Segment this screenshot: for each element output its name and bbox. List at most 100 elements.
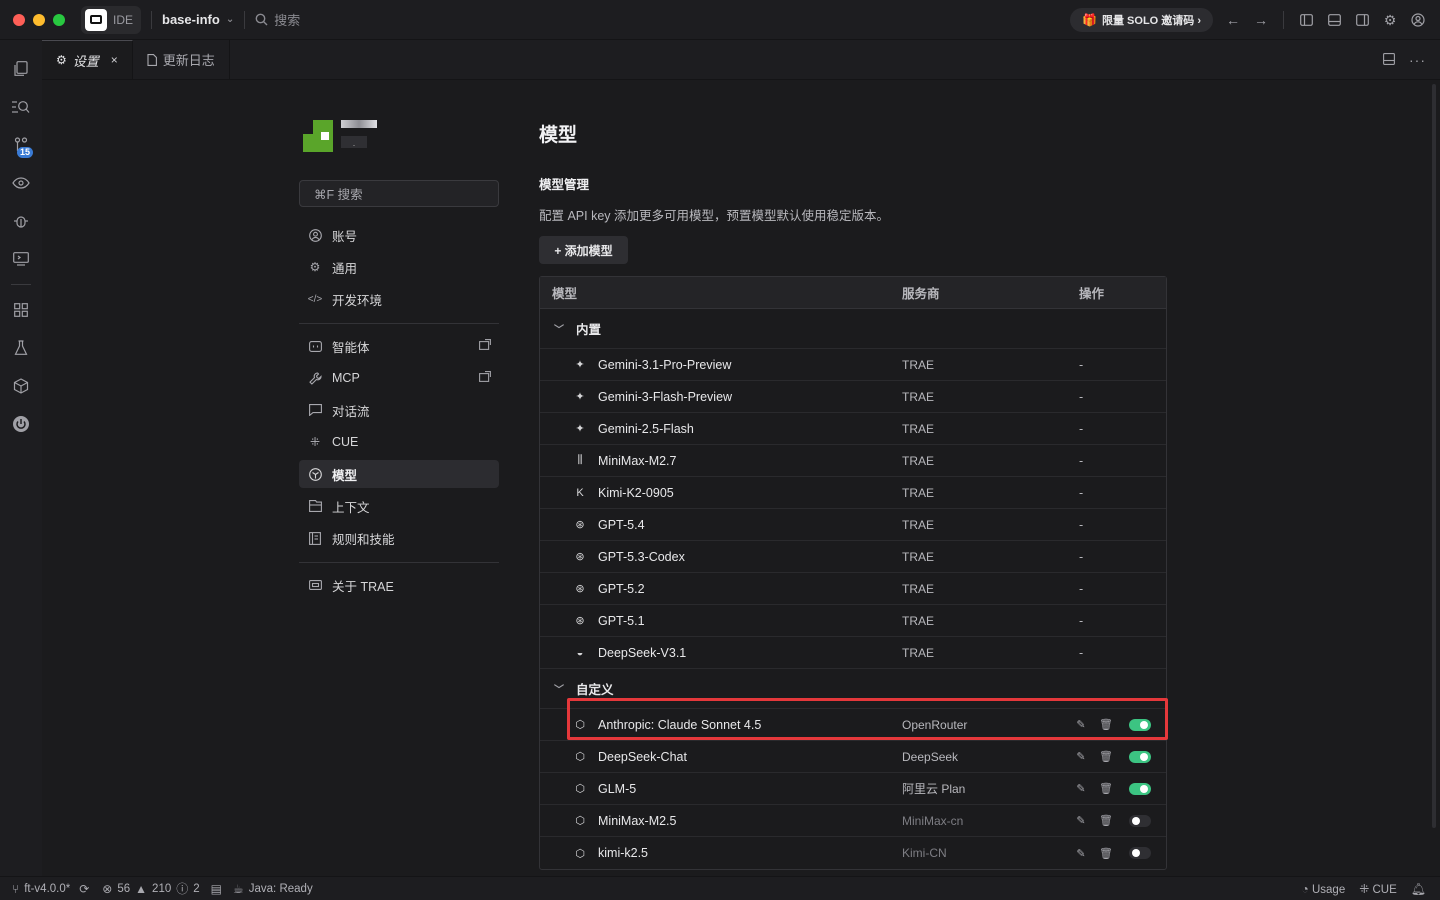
settings-nav-list: 账号 ⚙ 通用 </> 开发环境 智能体 MCP 对话流 ⁜ CUE 模型 上下… <box>299 221 499 599</box>
java-status[interactable]: Java: Ready <box>249 883 313 895</box>
table-row: ⊛ GPT-5.3-Codex TRAE - <box>540 541 1166 573</box>
sidebar-item-rules-skills[interactable]: 规则和技能 <box>299 524 499 552</box>
divider <box>244 10 246 29</box>
trash-icon[interactable]: 🗑︎ <box>1099 847 1113 860</box>
forward-arrow-icon[interactable]: → <box>1253 12 1269 28</box>
explorer-icon[interactable] <box>0 50 42 88</box>
sidebar-item-label: 规则和技能 <box>332 532 395 547</box>
trash-icon[interactable]: 🗑︎ <box>1099 782 1113 795</box>
branch-name[interactable]: ft-v4.0.0* <box>24 883 70 895</box>
enable-toggle[interactable] <box>1129 782 1151 795</box>
enable-toggle[interactable] <box>1129 718 1151 731</box>
sidebar-item-conversation-flow[interactable]: 对话流 <box>299 396 499 424</box>
model-name: kimi-k2.5 <box>598 846 649 860</box>
sidebar-item-label: MCP <box>332 371 360 385</box>
power-plugin-icon[interactable] <box>0 405 42 443</box>
search-panel-icon[interactable] <box>0 88 42 126</box>
extensions-icon[interactable] <box>0 291 42 329</box>
table-body: ﹀ 内置 ✦ Gemini-3.1-Pro-Preview TRAE - ✦ Gemini-3… <box>540 309 1166 869</box>
row-actions: ✎ 🗑︎ <box>1075 814 1151 827</box>
usage-item[interactable]: ◔ Usage <box>1302 882 1346 896</box>
sidebar-item-label: 账号 <box>332 229 358 244</box>
debug-icon[interactable] <box>0 202 42 240</box>
actions-cell: - <box>1077 486 1164 500</box>
edit-icon[interactable]: ✎ <box>1075 718 1087 731</box>
sidebar-item-cue[interactable]: ⁜ CUE <box>299 428 499 456</box>
robot-icon <box>308 339 322 353</box>
toggle-bottom-panel-icon[interactable] <box>1326 12 1342 28</box>
sidebar-item-context[interactable]: 上下文 <box>299 492 499 520</box>
global-search[interactable]: 搜索 <box>255 10 300 29</box>
enable-toggle[interactable] <box>1129 750 1151 763</box>
error-count[interactable]: 56 <box>117 883 130 895</box>
eye-icon[interactable] <box>0 164 42 202</box>
column-header-vendor: 服务商 <box>902 287 940 301</box>
model-cell: ⊛ GPT-5.4 <box>540 518 902 532</box>
trash-icon[interactable]: 🗑︎ <box>1099 718 1113 731</box>
tab-changelog[interactable]: 更新日志 <box>133 40 230 79</box>
info-count[interactable]: 2 <box>193 883 199 895</box>
edit-icon[interactable]: ✎ <box>1075 814 1087 827</box>
search-placeholder: 搜索 <box>274 13 301 28</box>
toggle-left-panel-icon[interactable] <box>1298 12 1314 28</box>
app-switcher[interactable]: IDE <box>81 5 142 34</box>
table-row: ⬡ GLM-5 阿里云 Plan ✎ 🗑︎ <box>540 773 1166 805</box>
project-selector[interactable]: base-info ⌄ <box>162 12 234 27</box>
status-bar: ⑂ ft-v4.0.0* ⟳ ⊗ 56 ▲ 210 ⓘ 2 ▤ ☕ Java: … <box>0 876 1440 900</box>
sidebar-item-about[interactable]: 关于 TRAE <box>299 571 499 599</box>
sidebar-item-agents[interactable]: 智能体 <box>299 332 499 360</box>
source-control-icon[interactable]: 15 <box>0 126 42 164</box>
trash-icon[interactable]: 🗑︎ <box>1099 750 1113 763</box>
group-row-1[interactable]: ﹀ 自定义 <box>540 669 1166 709</box>
user-profile[interactable]: . <box>303 120 499 160</box>
settings-search-input[interactable]: ⌘F 搜索 <box>299 180 499 207</box>
sync-icon[interactable]: ⟳ <box>79 882 89 896</box>
back-arrow-icon[interactable]: ← <box>1225 12 1241 28</box>
toggle-right-panel-icon[interactable] <box>1354 12 1370 28</box>
vendor-cell: TRAE <box>902 613 935 628</box>
model-name: DeepSeek-Chat <box>598 749 687 764</box>
scrollbar[interactable] <box>1432 84 1436 828</box>
model-cell: ⬡ MiniMax-M2.5 <box>540 814 902 828</box>
external-link-icon[interactable] <box>479 339 491 353</box>
edit-icon[interactable]: ✎ <box>1075 847 1087 860</box>
sidebar-item-models[interactable]: 模型 <box>299 460 499 488</box>
bell-icon[interactable]: 🔔︎ <box>1411 882 1426 896</box>
gear-icon: ⚙ <box>309 260 321 274</box>
remote-display-icon[interactable] <box>0 240 42 278</box>
group-row-0[interactable]: ﹀ 内置 <box>540 309 1166 349</box>
enable-toggle[interactable] <box>1129 847 1151 859</box>
sidebar-item-mcp[interactable]: MCP <box>299 364 499 392</box>
sidebar-item-account[interactable]: 账号 <box>299 221 499 249</box>
edit-icon[interactable]: ✎ <box>1075 782 1087 795</box>
cue-item[interactable]: ⁜ CUE <box>1359 882 1397 896</box>
divider <box>151 10 153 29</box>
more-actions-icon[interactable]: ··· <box>1409 52 1426 68</box>
edit-icon[interactable]: ✎ <box>1075 750 1087 763</box>
close-window-button[interactable] <box>13 13 25 26</box>
add-model-button[interactable]: + 添加模型 <box>539 236 628 264</box>
solo-invite-button[interactable]: 🎁 限量 SOLO 邀请码 › <box>1070 8 1213 32</box>
account-icon[interactable] <box>1410 12 1426 28</box>
warning-count[interactable]: 210 <box>152 883 171 895</box>
table-row: ⊛ GPT-5.2 TRAE - <box>540 573 1166 605</box>
trash-icon[interactable]: 🗑︎ <box>1099 814 1113 827</box>
close-icon[interactable]: × <box>111 53 118 67</box>
model-cell: ✦ Gemini-2.5-Flash <box>540 422 902 436</box>
tab-settings[interactable]: ⚙ 设置 × <box>42 40 133 79</box>
package-box-icon[interactable] <box>0 367 42 405</box>
minimize-window-button[interactable] <box>33 13 45 26</box>
usage-label: Usage <box>1311 884 1346 896</box>
gear-icon[interactable]: ⚙ <box>1382 12 1398 28</box>
testing-flask-icon[interactable] <box>0 329 42 367</box>
wrench-icon <box>308 371 322 385</box>
sidebar-item-general[interactable]: ⚙ 通用 <box>299 253 499 281</box>
maximize-window-button[interactable] <box>53 13 65 26</box>
terminal-icon[interactable]: ▤ <box>211 882 222 896</box>
enable-toggle[interactable] <box>1129 814 1151 827</box>
external-link-icon[interactable] <box>479 371 491 385</box>
split-editor-icon[interactable] <box>1383 52 1395 68</box>
sidebar-item-dev-env[interactable]: </> 开发环境 <box>299 285 499 313</box>
model-name: Kimi-K2-0905 <box>598 485 674 500</box>
model-cell: ⬡ kimi-k2.5 <box>540 846 902 860</box>
